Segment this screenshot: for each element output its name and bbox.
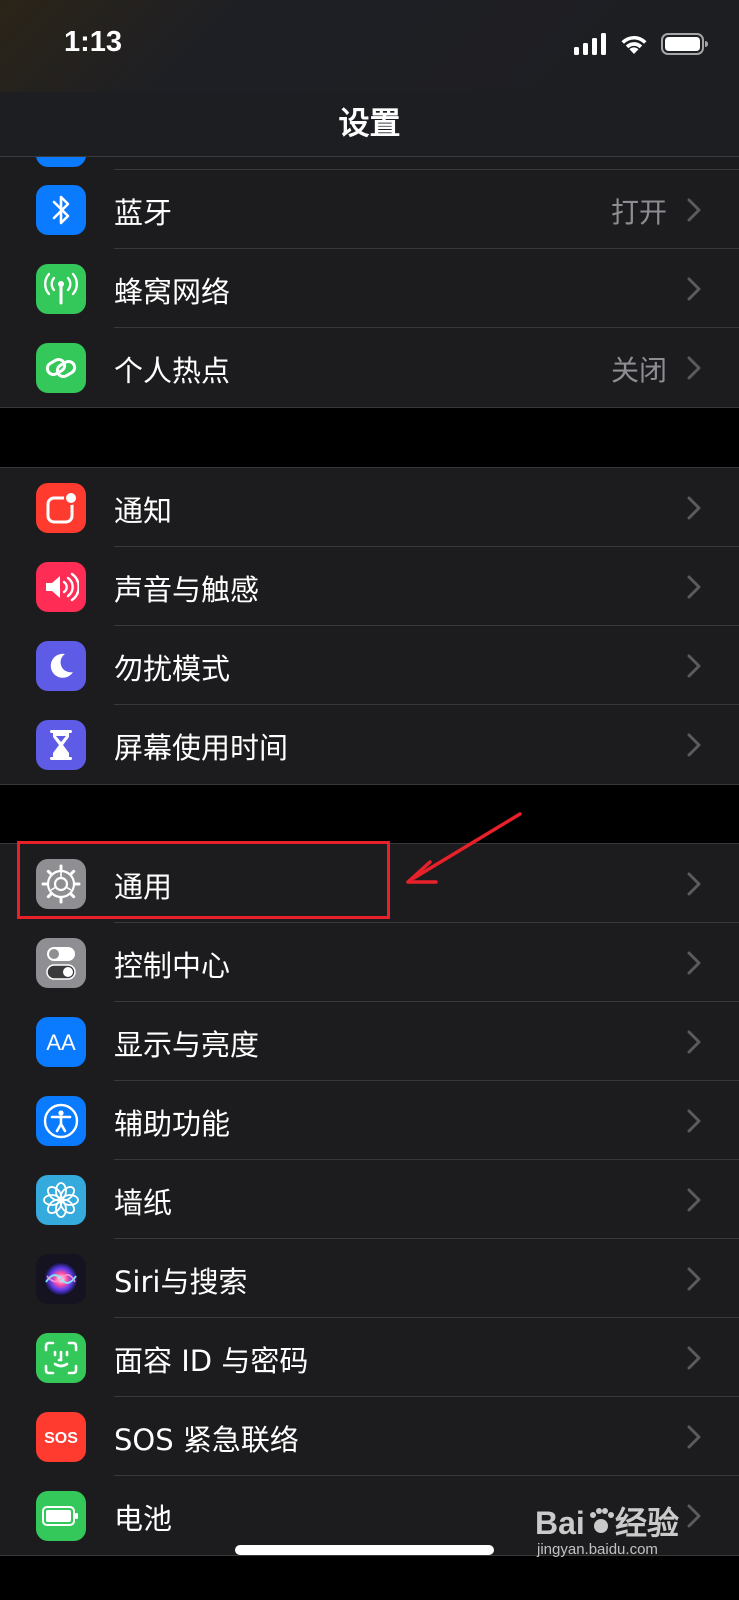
paw-icon bbox=[590, 1508, 614, 1533]
row-value: 打开 bbox=[610, 196, 667, 229]
settings-row-emergency-sos[interactable]: SOS SOS 紧急联络 bbox=[0, 1397, 739, 1476]
sos-icon: SOS bbox=[36, 1412, 86, 1462]
chevron-right-icon bbox=[687, 1346, 701, 1370]
settings-row-sounds[interactable]: 声音与触感 bbox=[0, 547, 739, 626]
home-indicator[interactable] bbox=[235, 1545, 494, 1555]
watermark-brand-suffix: 经验 bbox=[615, 1505, 679, 1541]
chevron-right-icon bbox=[687, 198, 701, 222]
watermark-brand: Bai bbox=[535, 1505, 585, 1541]
settings-group-notifications: 通知 声音与触感 勿扰模式 屏幕使用时间 bbox=[0, 467, 739, 785]
row-label: 辅助功能 bbox=[114, 1107, 231, 1141]
chevron-right-icon bbox=[687, 951, 701, 975]
chevron-right-icon bbox=[687, 356, 701, 380]
settings-row-screen-time[interactable]: 屏幕使用时间 bbox=[0, 705, 739, 784]
settings-row-siri[interactable]: Siri与搜索 bbox=[0, 1239, 739, 1318]
row-label: 个人热点 bbox=[114, 354, 231, 388]
partial-app-icon bbox=[36, 157, 86, 167]
row-label: 墙纸 bbox=[114, 1186, 173, 1220]
speaker-icon bbox=[36, 562, 86, 612]
settings-group-general: 通用 控制中心 AA 显示与亮度 辅助功能 墙纸 Siri与搜索 面容 ID 与… bbox=[0, 843, 739, 1556]
watermark-site: jingyan.baidu.com bbox=[536, 1541, 658, 1558]
settings-row-hotspot[interactable]: 个人热点 关闭 bbox=[0, 328, 739, 407]
row-value: 关闭 bbox=[610, 354, 667, 387]
chevron-right-icon bbox=[687, 1267, 701, 1291]
status-icons bbox=[574, 30, 709, 58]
row-label: 控制中心 bbox=[114, 949, 231, 983]
row-label: 通知 bbox=[114, 494, 173, 528]
row-label: 蜂窝网络 bbox=[114, 275, 231, 309]
settings-row-face-id[interactable]: 面容 ID 与密码 bbox=[0, 1318, 739, 1397]
chevron-right-icon bbox=[687, 872, 701, 896]
settings-row-cellular[interactable]: 蜂窝网络 bbox=[0, 249, 739, 328]
red-arrow-annotation bbox=[406, 812, 522, 884]
baidu-jingyan-watermark: Bai 经验 jingyan.baidu.com bbox=[535, 1505, 679, 1558]
wifi-icon bbox=[621, 35, 647, 54]
text-size-icon: AA bbox=[36, 1017, 86, 1067]
battery-icon bbox=[36, 1491, 86, 1541]
chevron-right-icon bbox=[687, 733, 701, 757]
chevron-right-icon bbox=[687, 654, 701, 678]
row-label: 声音与触感 bbox=[114, 573, 260, 607]
hotspot-chain-icon bbox=[36, 343, 86, 393]
chevron-right-icon bbox=[687, 1425, 701, 1449]
battery-status-icon bbox=[661, 33, 708, 55]
chevron-right-icon bbox=[687, 496, 701, 520]
sos-icon-label: SOS bbox=[44, 1430, 78, 1447]
settings-row-control-center[interactable]: 控制中心 bbox=[0, 923, 739, 1002]
chevron-right-icon bbox=[687, 277, 701, 301]
row-label: 蓝牙 bbox=[114, 196, 173, 230]
row-label: 电池 bbox=[114, 1502, 173, 1536]
settings-row-wallpaper[interactable]: 墙纸 bbox=[0, 1160, 739, 1239]
hourglass-icon bbox=[36, 720, 86, 770]
chevron-right-icon bbox=[687, 1109, 701, 1133]
text-size-icon-label: AA bbox=[46, 1030, 76, 1055]
page-title: 设置 bbox=[338, 106, 401, 142]
row-label: 面容 ID 与密码 bbox=[114, 1344, 309, 1378]
toggles-icon bbox=[36, 938, 86, 988]
bluetooth-icon bbox=[36, 185, 86, 235]
row-label: 显示与亮度 bbox=[114, 1028, 260, 1062]
siri-icon bbox=[36, 1254, 86, 1304]
cellular-antenna-icon bbox=[36, 264, 86, 314]
settings-row-display[interactable]: AA 显示与亮度 bbox=[0, 1002, 739, 1081]
status-bar: 1:13 bbox=[0, 0, 739, 92]
flower-icon bbox=[36, 1175, 86, 1225]
chevron-right-icon bbox=[687, 1188, 701, 1212]
row-label: 勿扰模式 bbox=[114, 652, 231, 686]
scrolled-row-partial bbox=[0, 157, 739, 170]
settings-row-bluetooth[interactable]: 蓝牙 打开 bbox=[0, 170, 739, 249]
settings-row-notifications[interactable]: 通知 bbox=[0, 468, 739, 547]
accessibility-icon bbox=[36, 1096, 86, 1146]
notifications-icon bbox=[36, 483, 86, 533]
cellular-signal-icon bbox=[574, 33, 606, 55]
settings-row-accessibility[interactable]: 辅助功能 bbox=[0, 1081, 739, 1160]
moon-icon bbox=[36, 641, 86, 691]
chevron-right-icon bbox=[687, 575, 701, 599]
row-label: Siri与搜索 bbox=[114, 1265, 248, 1299]
chevron-right-icon bbox=[687, 1030, 701, 1054]
face-id-icon bbox=[36, 1333, 86, 1383]
row-label: 屏幕使用时间 bbox=[114, 731, 289, 765]
status-time: 1:13 bbox=[64, 26, 123, 58]
row-label: SOS 紧急联络 bbox=[114, 1423, 299, 1457]
settings-row-do-not-disturb[interactable]: 勿扰模式 bbox=[0, 626, 739, 705]
settings-screen: 1:13 设置 蓝牙 打开 蜂窝网络 个人热点 关闭 通知 声音与触感 勿扰模式… bbox=[0, 0, 739, 1600]
highlight-box bbox=[17, 841, 390, 919]
navigation-bar: 设置 bbox=[0, 92, 739, 157]
settings-group-connectivity: 蓝牙 打开 蜂窝网络 个人热点 关闭 bbox=[0, 170, 739, 408]
